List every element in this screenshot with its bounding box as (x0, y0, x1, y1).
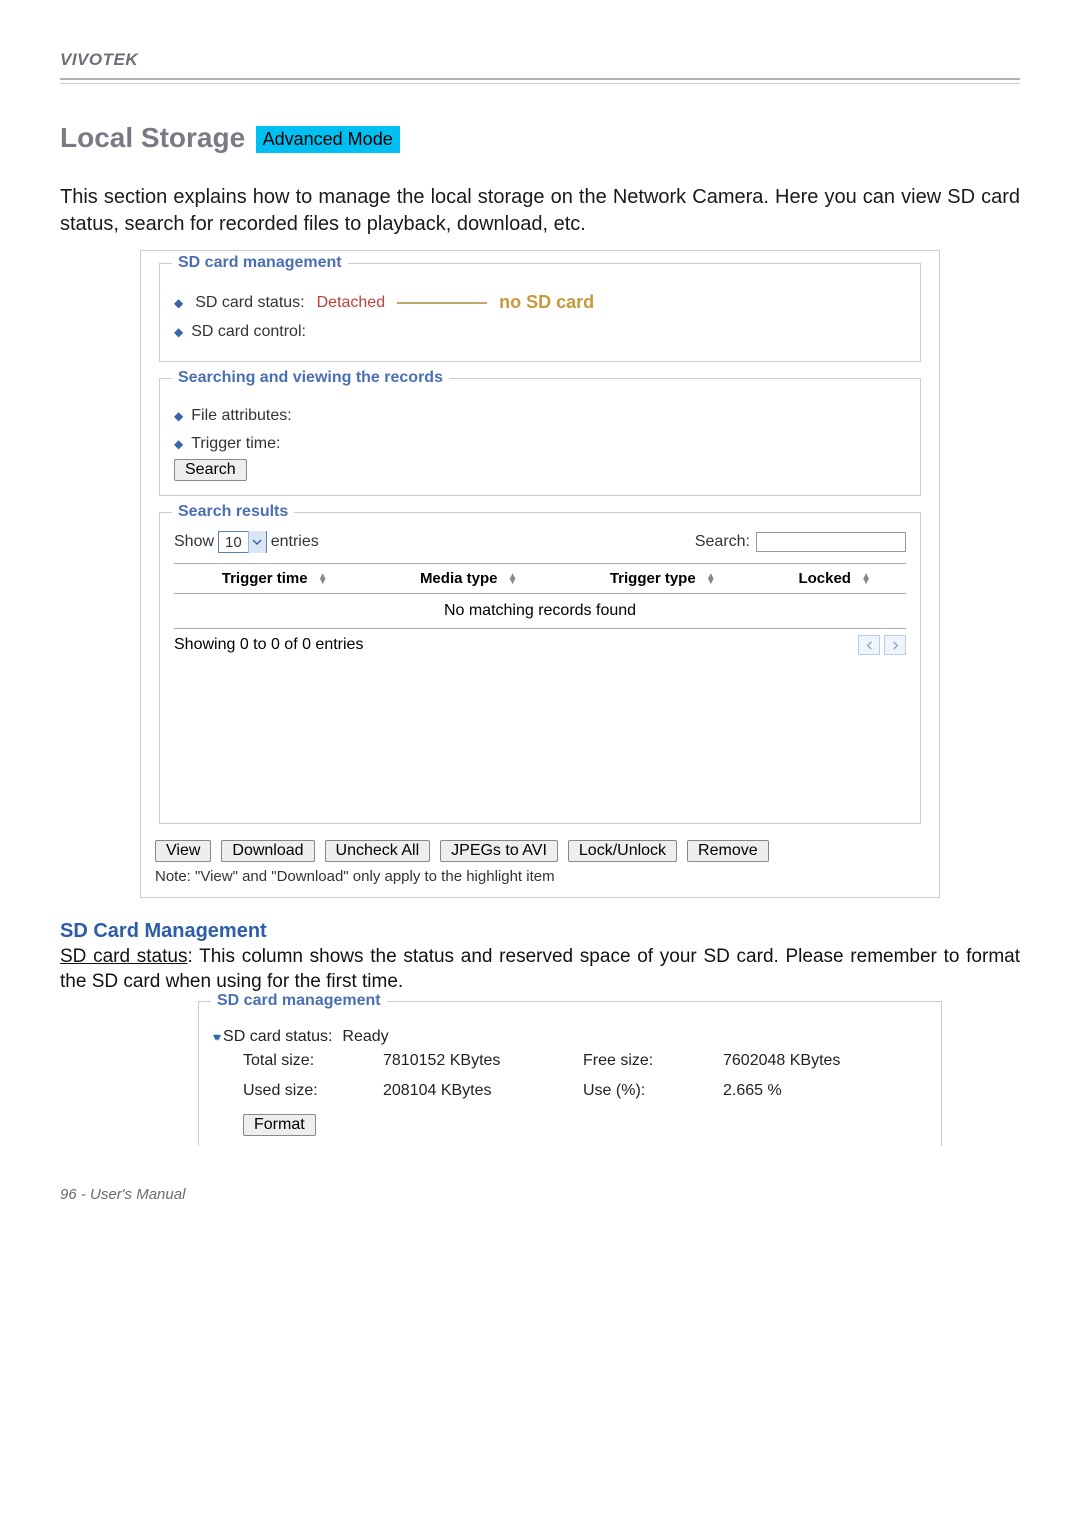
no-records-message: No matching records found (174, 594, 906, 629)
sd-card-status-paragraph: SD card status: This column shows the st… (60, 945, 1020, 994)
col-media-type[interactable]: Media type ▲▼ (375, 564, 562, 594)
entries-select-value: 10 (219, 534, 248, 551)
uncheck-all-button[interactable]: Uncheck All (325, 840, 431, 862)
sd-card-status-value-2: Ready (342, 1028, 388, 1046)
total-size-value: 7810152 KBytes (383, 1052, 583, 1070)
results-empty-area (174, 655, 906, 815)
local-storage-ui-figure: SD card management ◆ SD card status: Det… (140, 250, 940, 898)
pager-prev-button[interactable] (858, 635, 880, 655)
advanced-mode-badge: Advanced Mode (256, 126, 400, 153)
sd-card-status-label: SD card status: (195, 294, 304, 312)
col-trigger-time[interactable]: Trigger time ▲▼ (174, 564, 375, 594)
sort-icon: ▲▼ (861, 574, 871, 584)
search-results-panel: Search results Show 10 entries Search: (159, 512, 921, 824)
double-chevron-icon: ▾▾ (213, 1030, 217, 1044)
sd-card-status-value: Detached (317, 294, 386, 312)
filter-search-input[interactable] (756, 532, 906, 552)
chevron-right-icon (891, 641, 900, 650)
sd-card-control-label: SD card control: (191, 323, 306, 341)
file-attributes-label: File attributes: (191, 407, 291, 425)
lock-unlock-button[interactable]: Lock/Unlock (568, 840, 677, 862)
bullet-icon: ◆ (174, 296, 183, 310)
results-table: Trigger time ▲▼ Media type ▲▼ Trigger ty… (174, 563, 906, 629)
chevron-left-icon (865, 641, 874, 650)
search-button[interactable]: Search (174, 459, 247, 481)
use-pct-value: 2.665 % (723, 1082, 923, 1100)
col-trigger-type[interactable]: Trigger type ▲▼ (562, 564, 763, 594)
total-size-label: Total size: (243, 1052, 383, 1070)
sd-card-status-label-2: SD card status: (223, 1028, 332, 1046)
intro-paragraph: This section explains how to manage the … (60, 184, 1020, 238)
page-title: Local Storage (60, 122, 245, 153)
show-label: Show (174, 533, 214, 551)
no-sd-card-annotation: no SD card (499, 292, 594, 313)
divider-top-thick (60, 78, 1020, 80)
table-row: No matching records found (174, 594, 906, 629)
use-pct-label: Use (%): (583, 1082, 723, 1100)
free-size-value: 7602048 KBytes (723, 1052, 923, 1070)
sort-icon: ▲▼ (706, 574, 716, 584)
view-download-note: Note: "View" and "Download" only apply t… (155, 868, 925, 885)
page-footer: 96 - User's Manual (60, 1186, 1020, 1203)
divider-top-thin (60, 83, 1020, 84)
sd-card-management-legend: SD card management (172, 254, 348, 272)
entries-label: entries (271, 533, 319, 551)
search-records-legend: Searching and viewing the records (172, 369, 449, 387)
entries-select[interactable]: 10 (218, 531, 267, 553)
free-size-label: Free size: (583, 1052, 723, 1070)
sd-card-management-legend-2: SD card management (211, 992, 387, 1010)
sort-icon: ▲▼ (508, 574, 518, 584)
view-button[interactable]: View (155, 840, 211, 862)
bullet-icon: ◆ (174, 325, 183, 339)
jpegs-to-avi-button[interactable]: JPEGs to AVI (440, 840, 558, 862)
sort-icon: ▲▼ (318, 574, 328, 584)
chevron-down-icon (248, 531, 266, 553)
used-size-label: Used size: (243, 1082, 383, 1100)
remove-button[interactable]: Remove (687, 840, 769, 862)
sd-card-management-panel: SD card management ◆ SD card status: Det… (159, 263, 921, 362)
col-locked[interactable]: Locked ▲▼ (764, 564, 907, 594)
filter-search-label: Search: (695, 533, 750, 551)
bullet-icon: ◆ (174, 437, 183, 451)
annotation-line (397, 302, 487, 304)
sd-card-ready-figure: SD card management ▾▾ SD card status: Re… (180, 1001, 960, 1146)
pager-next-button[interactable] (884, 635, 906, 655)
trigger-time-label: Trigger time: (191, 435, 280, 453)
showing-info: Showing 0 to 0 of 0 entries (174, 636, 363, 654)
bullet-icon: ◆ (174, 409, 183, 423)
format-button[interactable]: Format (243, 1114, 316, 1136)
search-records-panel: Searching and viewing the records ◆ File… (159, 378, 921, 496)
download-button[interactable]: Download (221, 840, 314, 862)
brand-header: VIVOTEK (60, 50, 1020, 70)
used-size-value: 208104 KBytes (383, 1082, 583, 1100)
sd-card-management-heading: SD Card Management (60, 920, 1020, 943)
search-results-legend: Search results (172, 503, 294, 521)
